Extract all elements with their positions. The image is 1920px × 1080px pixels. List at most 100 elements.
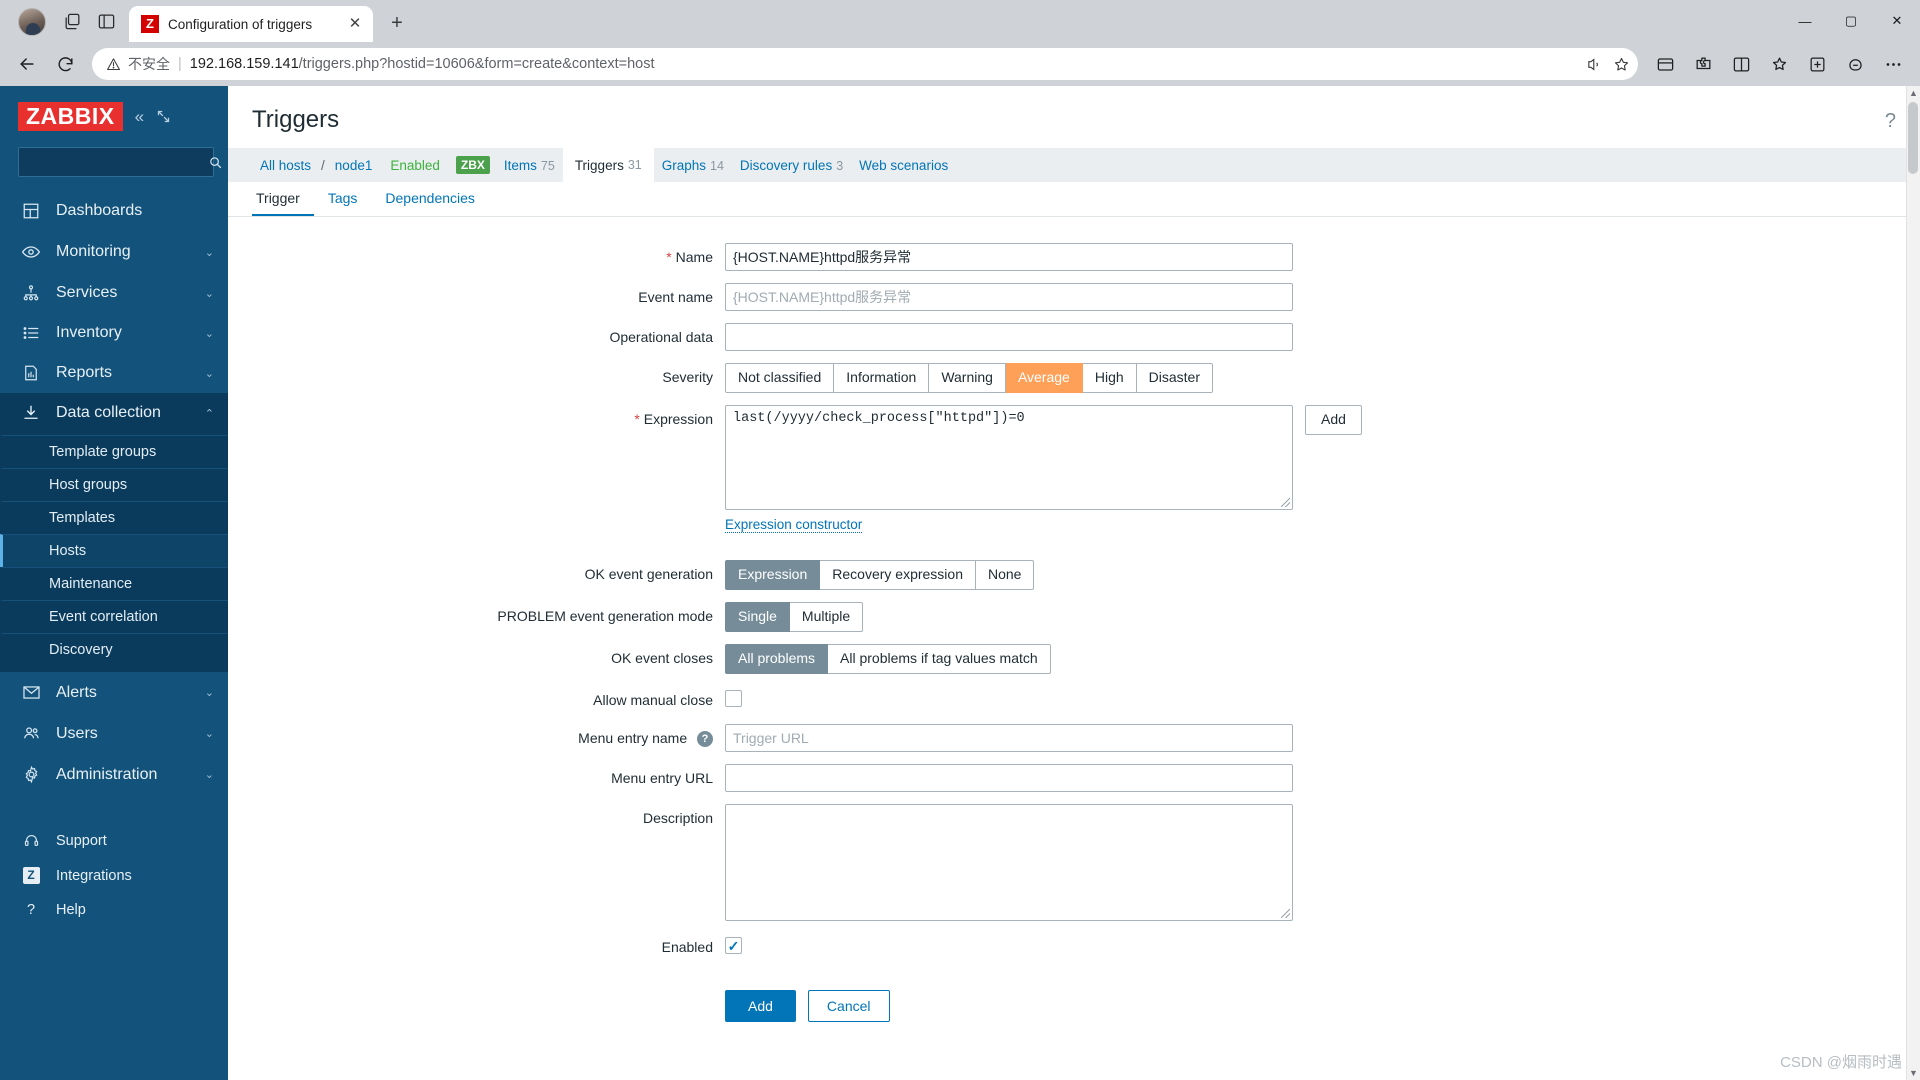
new-tab-button[interactable]: + <box>383 9 411 37</box>
expression-add-button[interactable]: Add <box>1305 405 1362 435</box>
ok-event-generation-option-none[interactable]: None <box>976 560 1035 590</box>
allow-manual-close-checkbox[interactable] <box>725 690 742 707</box>
form-row-ok-event-generation: OK event generation Expression Recovery … <box>228 560 1920 590</box>
severity-option-high[interactable]: High <box>1082 363 1137 393</box>
ok-event-closes-option-all-problems[interactable]: All problems <box>725 644 829 674</box>
browser-essentials-icon[interactable] <box>1838 47 1872 81</box>
sidebar-item-support[interactable]: Support <box>0 823 228 858</box>
sidebar-item-data-collection[interactable]: Data collection ⌃ <box>0 393 228 434</box>
favorites-icon[interactable] <box>1762 47 1796 81</box>
sidebar-item-inventory[interactable]: Inventory ⌄ <box>0 313 228 353</box>
sidebar-item-help[interactable]: ? Help <box>0 893 228 927</box>
tab-dependencies[interactable]: Dependencies <box>371 182 489 216</box>
sidebar-search[interactable] <box>18 147 222 178</box>
breadcrumb-tab-discovery-rules[interactable]: Discovery rules 3 <box>732 158 851 173</box>
page-help-icon[interactable]: ? <box>1885 106 1896 133</box>
sidebar-item-services[interactable]: Services ⌄ <box>0 273 228 313</box>
scroll-down-icon[interactable]: ▼ <box>1909 1068 1918 1078</box>
sidebar-item-host-groups[interactable]: Host groups <box>0 468 228 501</box>
sidebar-item-monitoring[interactable]: Monitoring ⌄ <box>0 231 228 273</box>
problem-event-mode-option-single[interactable]: Single <box>725 602 790 632</box>
breadcrumb-all-hosts[interactable]: All hosts <box>252 158 319 173</box>
collections-icon[interactable] <box>1648 47 1682 81</box>
search-icon[interactable] <box>208 155 223 170</box>
operational-data-input[interactable] <box>725 323 1293 351</box>
sidebar-item-reports[interactable]: Reports ⌄ <box>0 353 228 393</box>
cancel-button[interactable]: Cancel <box>807 989 890 1022</box>
ok-event-closes-option-tag-values-match[interactable]: All problems if tag values match <box>828 644 1051 674</box>
sidebar-item-alerts[interactable]: Alerts ⌄ <box>0 672 228 713</box>
collapse-sidebar-icon[interactable]: « <box>135 108 144 125</box>
more-options-icon[interactable] <box>1876 47 1910 81</box>
breadcrumb-tab-web-scenarios[interactable]: Web scenarios <box>851 158 956 173</box>
extensions-icon[interactable] <box>1686 47 1720 81</box>
breadcrumb-tab-triggers[interactable]: Triggers 31 <box>562 148 654 182</box>
window-close-icon[interactable]: ✕ <box>1874 0 1920 42</box>
chevron-down-icon: ⌄ <box>204 367 214 380</box>
favorite-star-icon[interactable] <box>1613 56 1630 73</box>
ok-event-generation-option-expression[interactable]: Expression <box>725 560 821 590</box>
sidebar-item-discovery[interactable]: Discovery <box>0 633 228 666</box>
expression-constructor-link[interactable]: Expression constructor <box>725 517 863 533</box>
breadcrumb-tab-graphs[interactable]: Graphs 14 <box>654 158 732 173</box>
add-collection-icon[interactable] <box>1800 47 1834 81</box>
severity-option-disaster[interactable]: Disaster <box>1136 363 1213 393</box>
split-screen-icon[interactable] <box>89 4 123 38</box>
breadcrumb-tab-items[interactable]: Items 75 <box>496 158 563 173</box>
menu-entry-url-input[interactable] <box>725 764 1293 792</box>
severity-option-information[interactable]: Information <box>834 363 930 393</box>
severity-segmented-control: Not classified Information Warning Avera… <box>725 363 1920 393</box>
read-aloud-icon[interactable] <box>1586 56 1603 73</box>
browser-tabstrip: Z Configuration of triggers ✕ + — ▢ ✕ <box>0 0 1920 42</box>
sidebar-item-templates[interactable]: Templates <box>0 501 228 534</box>
watermark: CSDN @烟雨时遇 <box>1780 1054 1902 1071</box>
page-scrollbar[interactable]: ▲ ▼ <box>1906 86 1920 1080</box>
browser-tab[interactable]: Z Configuration of triggers ✕ <box>129 6 373 42</box>
breadcrumb-host[interactable]: node1 <box>327 158 381 173</box>
sidebar-item-maintenance[interactable]: Maintenance <box>0 567 228 600</box>
severity-option-not-classified[interactable]: Not classified <box>725 363 835 393</box>
name-input[interactable]: {HOST.NAME}httpd服务异常 <box>725 243 1293 271</box>
event-name-input[interactable]: {HOST.NAME}httpd服务异常 <box>725 283 1293 311</box>
reload-icon[interactable] <box>48 47 82 81</box>
host-status[interactable]: Enabled <box>380 158 450 173</box>
expression-textarea[interactable]: last(/yyyy/check_process["httpd"])=0 <box>725 405 1293 510</box>
sidebar-item-label: Users <box>56 724 98 742</box>
not-secure-indicator[interactable]: 不安全 <box>106 54 170 74</box>
zbx-agent-badge[interactable]: ZBX <box>455 156 490 174</box>
hide-sidebar-icon[interactable] <box>156 109 171 124</box>
severity-option-average[interactable]: Average <box>1005 363 1083 393</box>
scroll-thumb[interactable] <box>1908 102 1918 174</box>
severity-option-warning[interactable]: Warning <box>929 363 1006 393</box>
help-icon[interactable]: ? <box>697 731 713 747</box>
ok-event-generation-option-recovery-expression[interactable]: Recovery expression <box>820 560 976 590</box>
add-button[interactable]: Add <box>725 989 796 1022</box>
profile-avatar[interactable] <box>18 8 46 36</box>
sidebar-item-users[interactable]: Users ⌄ <box>0 713 228 754</box>
expression-group: last(/yyyy/check_process["httpd"])=0 Add <box>725 405 1920 510</box>
sidebar-item-dashboards[interactable]: Dashboards <box>0 191 228 231</box>
sidebar-item-template-groups[interactable]: Template groups <box>0 435 228 468</box>
split-view-icon[interactable] <box>1724 47 1758 81</box>
minimize-icon[interactable]: — <box>1782 0 1828 42</box>
omnibox-divider: | <box>178 56 182 72</box>
address-bar[interactable]: 不安全 | 192.168.159.141/triggers.php?hosti… <box>92 48 1638 80</box>
tab-tags[interactable]: Tags <box>314 182 372 216</box>
sidebar-item-hosts[interactable]: Hosts <box>0 534 228 568</box>
enabled-checkbox[interactable]: ✓ <box>725 937 742 954</box>
tab-trigger[interactable]: Trigger <box>252 182 314 216</box>
page-title: Triggers <box>252 106 340 133</box>
tab-search-icon[interactable] <box>55 4 89 38</box>
maximize-icon[interactable]: ▢ <box>1828 0 1874 42</box>
search-input[interactable] <box>28 153 208 171</box>
close-icon[interactable]: ✕ <box>345 14 365 34</box>
back-icon[interactable] <box>10 47 44 81</box>
description-textarea[interactable] <box>725 804 1293 921</box>
scroll-up-icon[interactable]: ▲ <box>1909 88 1918 98</box>
sidebar-item-administration[interactable]: Administration ⌄ <box>0 754 228 795</box>
sidebar-item-integrations[interactable]: Z Integrations <box>0 858 228 893</box>
menu-entry-name-input[interactable]: Trigger URL <box>725 724 1293 752</box>
problem-event-mode-option-multiple[interactable]: Multiple <box>789 602 864 632</box>
zabbix-logo[interactable]: ZABBIX <box>18 102 123 132</box>
sidebar-item-event-correlation[interactable]: Event correlation <box>0 600 228 633</box>
